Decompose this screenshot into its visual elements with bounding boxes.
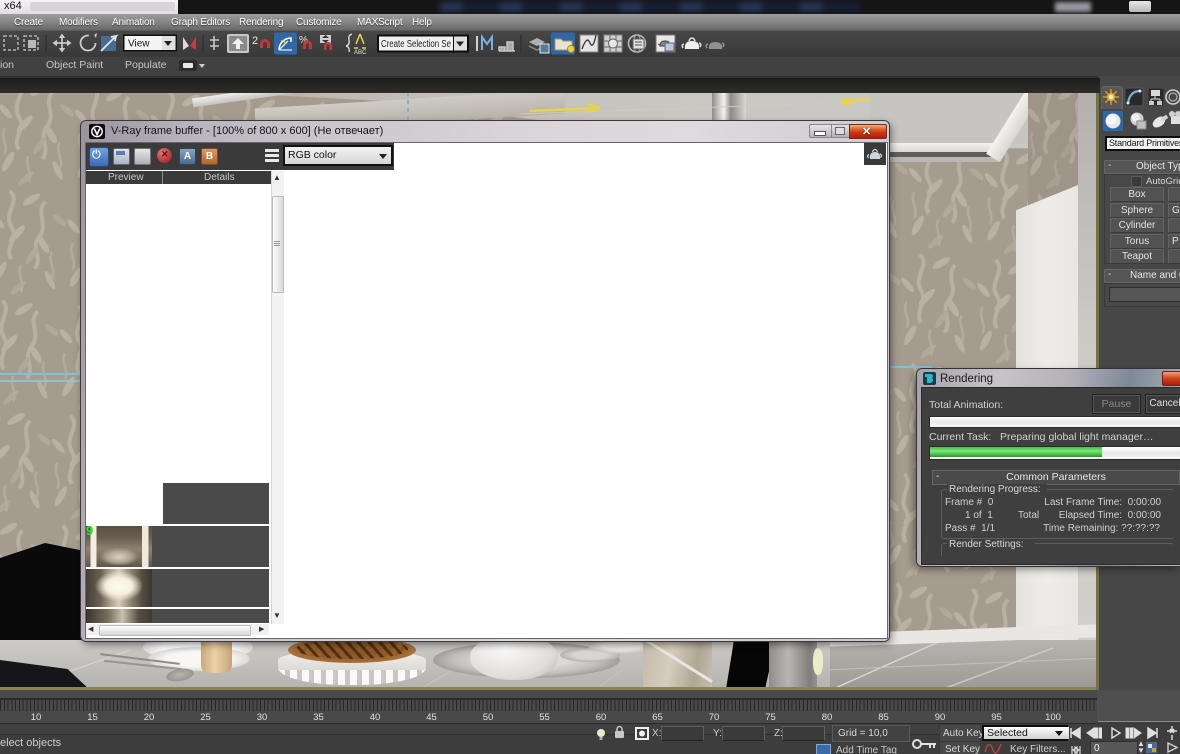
svg-text:View: View: [128, 39, 150, 50]
svg-text:Create Selection Se: Create Selection Se: [381, 39, 451, 50]
svg-text:2: 2: [252, 35, 258, 47]
svg-text:ABC: ABC: [354, 50, 367, 56]
